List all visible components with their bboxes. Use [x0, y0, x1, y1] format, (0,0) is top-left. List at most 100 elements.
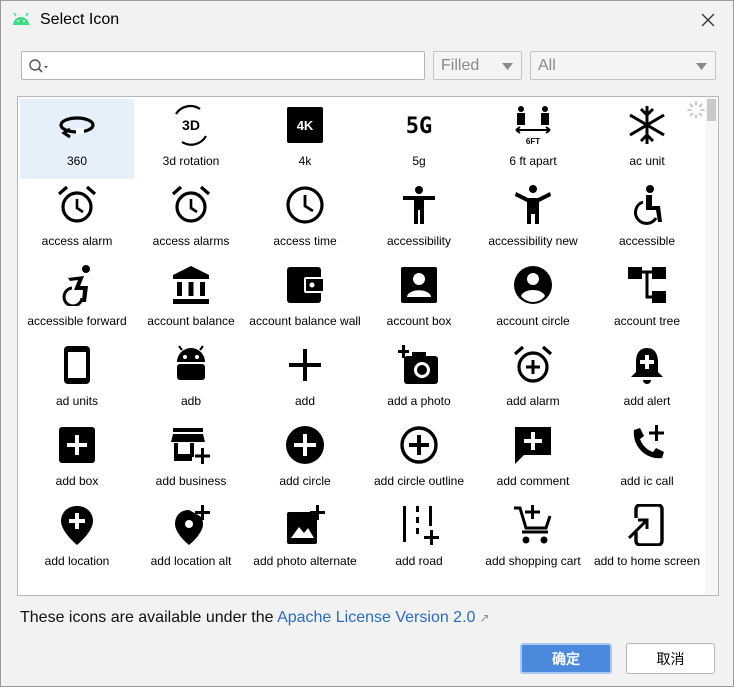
icon-label: add box — [55, 474, 99, 488]
add-alarm-icon — [513, 345, 553, 383]
icon-label: accessibility new — [488, 234, 578, 248]
icon-cell-accessible[interactable]: accessible — [590, 179, 704, 259]
ok-button[interactable]: 确定 — [520, 643, 612, 674]
icon-cell-3d-rotation[interactable]: 3D 3d rotation — [134, 99, 248, 179]
icon-label: add photo alternate — [253, 554, 357, 568]
icon-cell-account-balance[interactable]: account balance — [134, 259, 248, 339]
icon-label: access alarm — [41, 234, 113, 248]
icon-cell-account-box[interactable]: account box — [362, 259, 476, 339]
icon-label: add location — [44, 554, 110, 568]
style-dropdown[interactable]: Filled — [433, 51, 522, 80]
icon-label: 3d rotation — [162, 154, 220, 168]
icon-cell-account-circle[interactable]: account circle — [476, 259, 590, 339]
icon-cell-accessible-forward[interactable]: accessible forward — [20, 259, 134, 339]
add-ic-call-icon — [633, 425, 664, 459]
adb-icon — [177, 345, 205, 380]
title-bar: Select Icon — [1, 1, 733, 39]
icon-cell-add-road[interactable]: add road — [362, 499, 476, 579]
svg-text:5G: 5G — [406, 114, 433, 139]
add-road-icon — [403, 506, 439, 545]
add-alert-icon — [631, 348, 663, 384]
apache-license-link[interactable]: Apache License Version 2.0 — [277, 609, 475, 626]
icon-cell-add[interactable]: add — [248, 339, 362, 419]
icon-cell-rotate-360[interactable]: 360 — [20, 99, 134, 179]
window-title: Select Icon — [40, 11, 120, 28]
icon-cell-add-alert[interactable]: add alert — [590, 339, 704, 419]
access-alarm-icon — [57, 185, 97, 223]
icon-cell-add-shopping-cart[interactable]: add shopping cart — [476, 499, 590, 579]
icon-cell-access-time[interactable]: access time — [248, 179, 362, 259]
add-location-icon — [61, 506, 93, 545]
icon-cell-add-a-photo[interactable]: add a photo — [362, 339, 476, 419]
loading-spinner-icon — [687, 101, 705, 119]
add-shopping-cart-icon — [514, 505, 552, 544]
icon-cell-5g[interactable]: 5G 5g — [362, 99, 476, 179]
icon-label: add circle — [279, 474, 331, 488]
rotate-360-icon — [59, 116, 95, 139]
icon-label: accessible forward — [27, 314, 127, 328]
icon-cell-add-to-home-screen[interactable]: add to home screen — [590, 499, 704, 579]
icon-label: add business — [155, 474, 227, 488]
icon-cell-account-tree[interactable]: account tree — [590, 259, 704, 339]
accessibility-icon — [403, 186, 435, 224]
3d-rotation-icon: 3D — [175, 104, 207, 146]
cancel-button[interactable]: 取消 — [626, 643, 715, 674]
icon-cell-add-location-alt[interactable]: add location alt — [134, 499, 248, 579]
icon-cell-accessibility-new[interactable]: accessibility new — [476, 179, 590, 259]
access-time-icon — [286, 186, 324, 224]
icon-cell-adb[interactable]: adb — [134, 339, 248, 419]
search-field[interactable] — [21, 51, 425, 80]
icon-label: account circle — [496, 314, 570, 328]
icon-label: 6 ft apart — [509, 154, 557, 168]
icon-label: 5g — [412, 154, 426, 168]
external-link-icon: ↗ — [479, 611, 490, 625]
icon-cell-add-comment[interactable]: add comment — [476, 419, 590, 499]
svg-text:6FT: 6FT — [526, 137, 540, 146]
icon-label: add to home screen — [593, 554, 701, 568]
category-dropdown[interactable]: All — [530, 51, 716, 80]
icon-cell-account-balance-wallet[interactable]: account balance wall — [248, 259, 362, 339]
add-to-home-screen-icon — [627, 504, 664, 546]
icon-cell-add-business[interactable]: add business — [134, 419, 248, 499]
icon-cell-ad-units[interactable]: ad units — [20, 339, 134, 419]
icon-cell-accessibility[interactable]: accessibility — [362, 179, 476, 259]
icon-label: add alarm — [506, 394, 560, 408]
add-icon — [289, 349, 321, 381]
svg-text:4K: 4K — [297, 118, 314, 133]
icon-cell-6-ft-apart[interactable]: 6FT 6 ft apart — [476, 99, 590, 179]
accessibility-new-icon — [515, 185, 551, 224]
icon-label: ac unit — [629, 154, 665, 168]
icon-cell-add-circle[interactable]: add circle — [248, 419, 362, 499]
icon-label: add a photo — [387, 394, 451, 408]
icon-cell-access-alarms[interactable]: access alarms — [134, 179, 248, 259]
6-ft-apart-icon: 6FT — [515, 106, 551, 146]
chevron-down-icon — [696, 63, 707, 70]
close-button[interactable] — [691, 5, 725, 35]
add-location-alt-icon — [175, 505, 210, 545]
icon-label: add alert — [623, 394, 671, 408]
icon-cell-add-location[interactable]: add location — [20, 499, 134, 579]
icon-label: account tree — [613, 314, 681, 328]
5g-icon: 5G — [406, 114, 433, 139]
icon-label: access time — [273, 234, 337, 248]
icon-cell-add-circle-outline[interactable]: add circle outline — [362, 419, 476, 499]
icon-cell-add-photo-alternate[interactable]: add photo alternate — [248, 499, 362, 579]
search-input[interactable] — [52, 55, 420, 77]
vertical-scrollbar[interactable] — [705, 97, 718, 595]
icon-label: account balance wall — [249, 314, 361, 328]
scrollbar-thumb[interactable] — [707, 99, 716, 121]
add-business-icon — [171, 428, 210, 464]
icon-cell-4k[interactable]: 4K 4k — [248, 99, 362, 179]
icon-label: add road — [395, 554, 443, 568]
icon-cell-add-alarm[interactable]: add alarm — [476, 339, 590, 419]
add-a-photo-icon — [398, 345, 438, 384]
ac-unit-icon — [629, 106, 665, 144]
icon-label: add comment — [496, 474, 570, 488]
icon-cell-access-alarm[interactable]: access alarm — [20, 179, 134, 259]
add-photo-alternate-icon — [287, 505, 325, 544]
icon-label: add — [294, 394, 316, 408]
ad-units-icon — [64, 346, 90, 384]
access-alarms-icon — [171, 185, 211, 223]
icon-cell-add-ic-call[interactable]: add ic call — [590, 419, 704, 499]
icon-cell-add-box[interactable]: add box — [20, 419, 134, 499]
